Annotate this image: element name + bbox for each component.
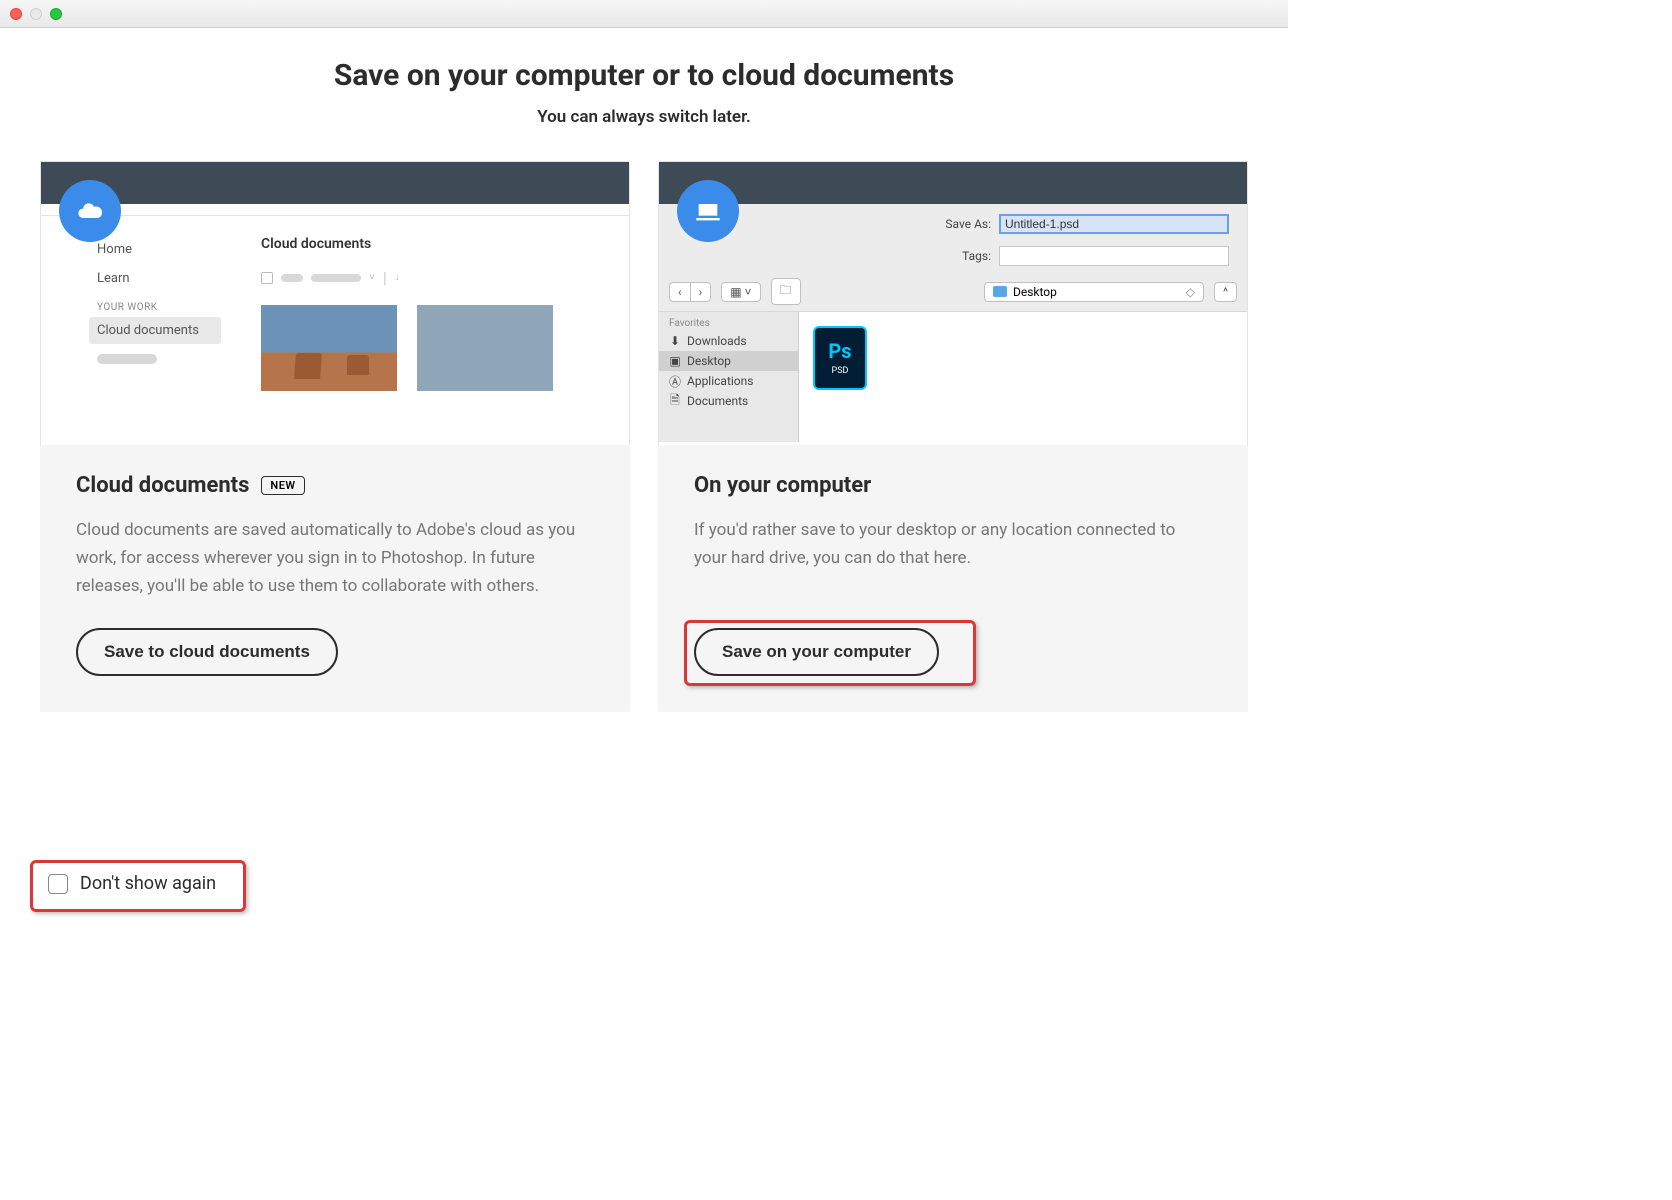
favorites-documents: 🗎Documents [659,391,798,411]
cloud-icon [59,180,121,242]
favorites-downloads: ⬇Downloads [659,331,798,351]
cloud-nav-home: Home [89,236,221,263]
favorites-header: Favorites [659,316,798,331]
dont-show-again-row: Don't show again [40,865,240,902]
nav-back-forward: ‹› [669,282,711,302]
finder-preview: Save As: Tags: ‹› ▦ ˅ [658,161,1248,445]
cloud-nav-cloud-docs: Cloud documents [89,317,221,344]
save-to-cloud-button[interactable]: Save to cloud documents [76,628,338,676]
favorites-applications: ⒶApplications [659,371,798,391]
dont-show-again-checkbox[interactable] [48,874,68,894]
new-badge: NEW [261,476,304,495]
computer-card-description: If you'd rather save to your desktop or … [694,516,1212,572]
psd-file-icon: Ps PSD [813,326,867,390]
expand-button: ^ [1214,282,1237,302]
cloud-card-description: Cloud documents are saved automatically … [76,516,594,600]
favorites-desktop: ▣Desktop [659,351,798,371]
dont-show-again-label: Don't show again [80,873,216,894]
view-mode: ▦ ˅ [721,282,760,302]
location-select: Desktop ◇ [984,282,1204,302]
cloud-thumbnail [417,305,553,391]
window-titlebar [0,0,1288,28]
save-as-input [999,214,1229,234]
cloud-documents-heading: Cloud documents [261,236,609,252]
close-window-button[interactable] [10,8,22,20]
cloud-nav-your-work: YOUR WORK [89,294,221,317]
laptop-icon [677,180,739,242]
tags-label: Tags: [935,249,991,263]
cloud-card-title: Cloud documents [76,473,249,498]
tags-input [999,246,1229,266]
minimize-window-button[interactable] [30,8,42,20]
dialog-subtitle: You can always switch later. [40,107,1248,127]
save-as-label: Save As: [935,217,991,231]
save-on-computer-button[interactable]: Save on your computer [694,628,939,676]
maximize-window-button[interactable] [50,8,62,20]
computer-card: Save As: Tags: ‹› ▦ ˅ [658,161,1248,712]
computer-card-title: On your computer [694,473,871,498]
cloud-preview: Home Learn YOUR WORK Cloud documents Clo… [40,161,630,445]
cloud-thumbnail [261,305,397,391]
folder-button: 🗀 [771,278,801,305]
cloud-documents-card: Home Learn YOUR WORK Cloud documents Clo… [40,161,630,712]
cloud-nav-learn: Learn [89,265,221,292]
dialog-title: Save on your computer or to cloud docume… [40,58,1248,93]
